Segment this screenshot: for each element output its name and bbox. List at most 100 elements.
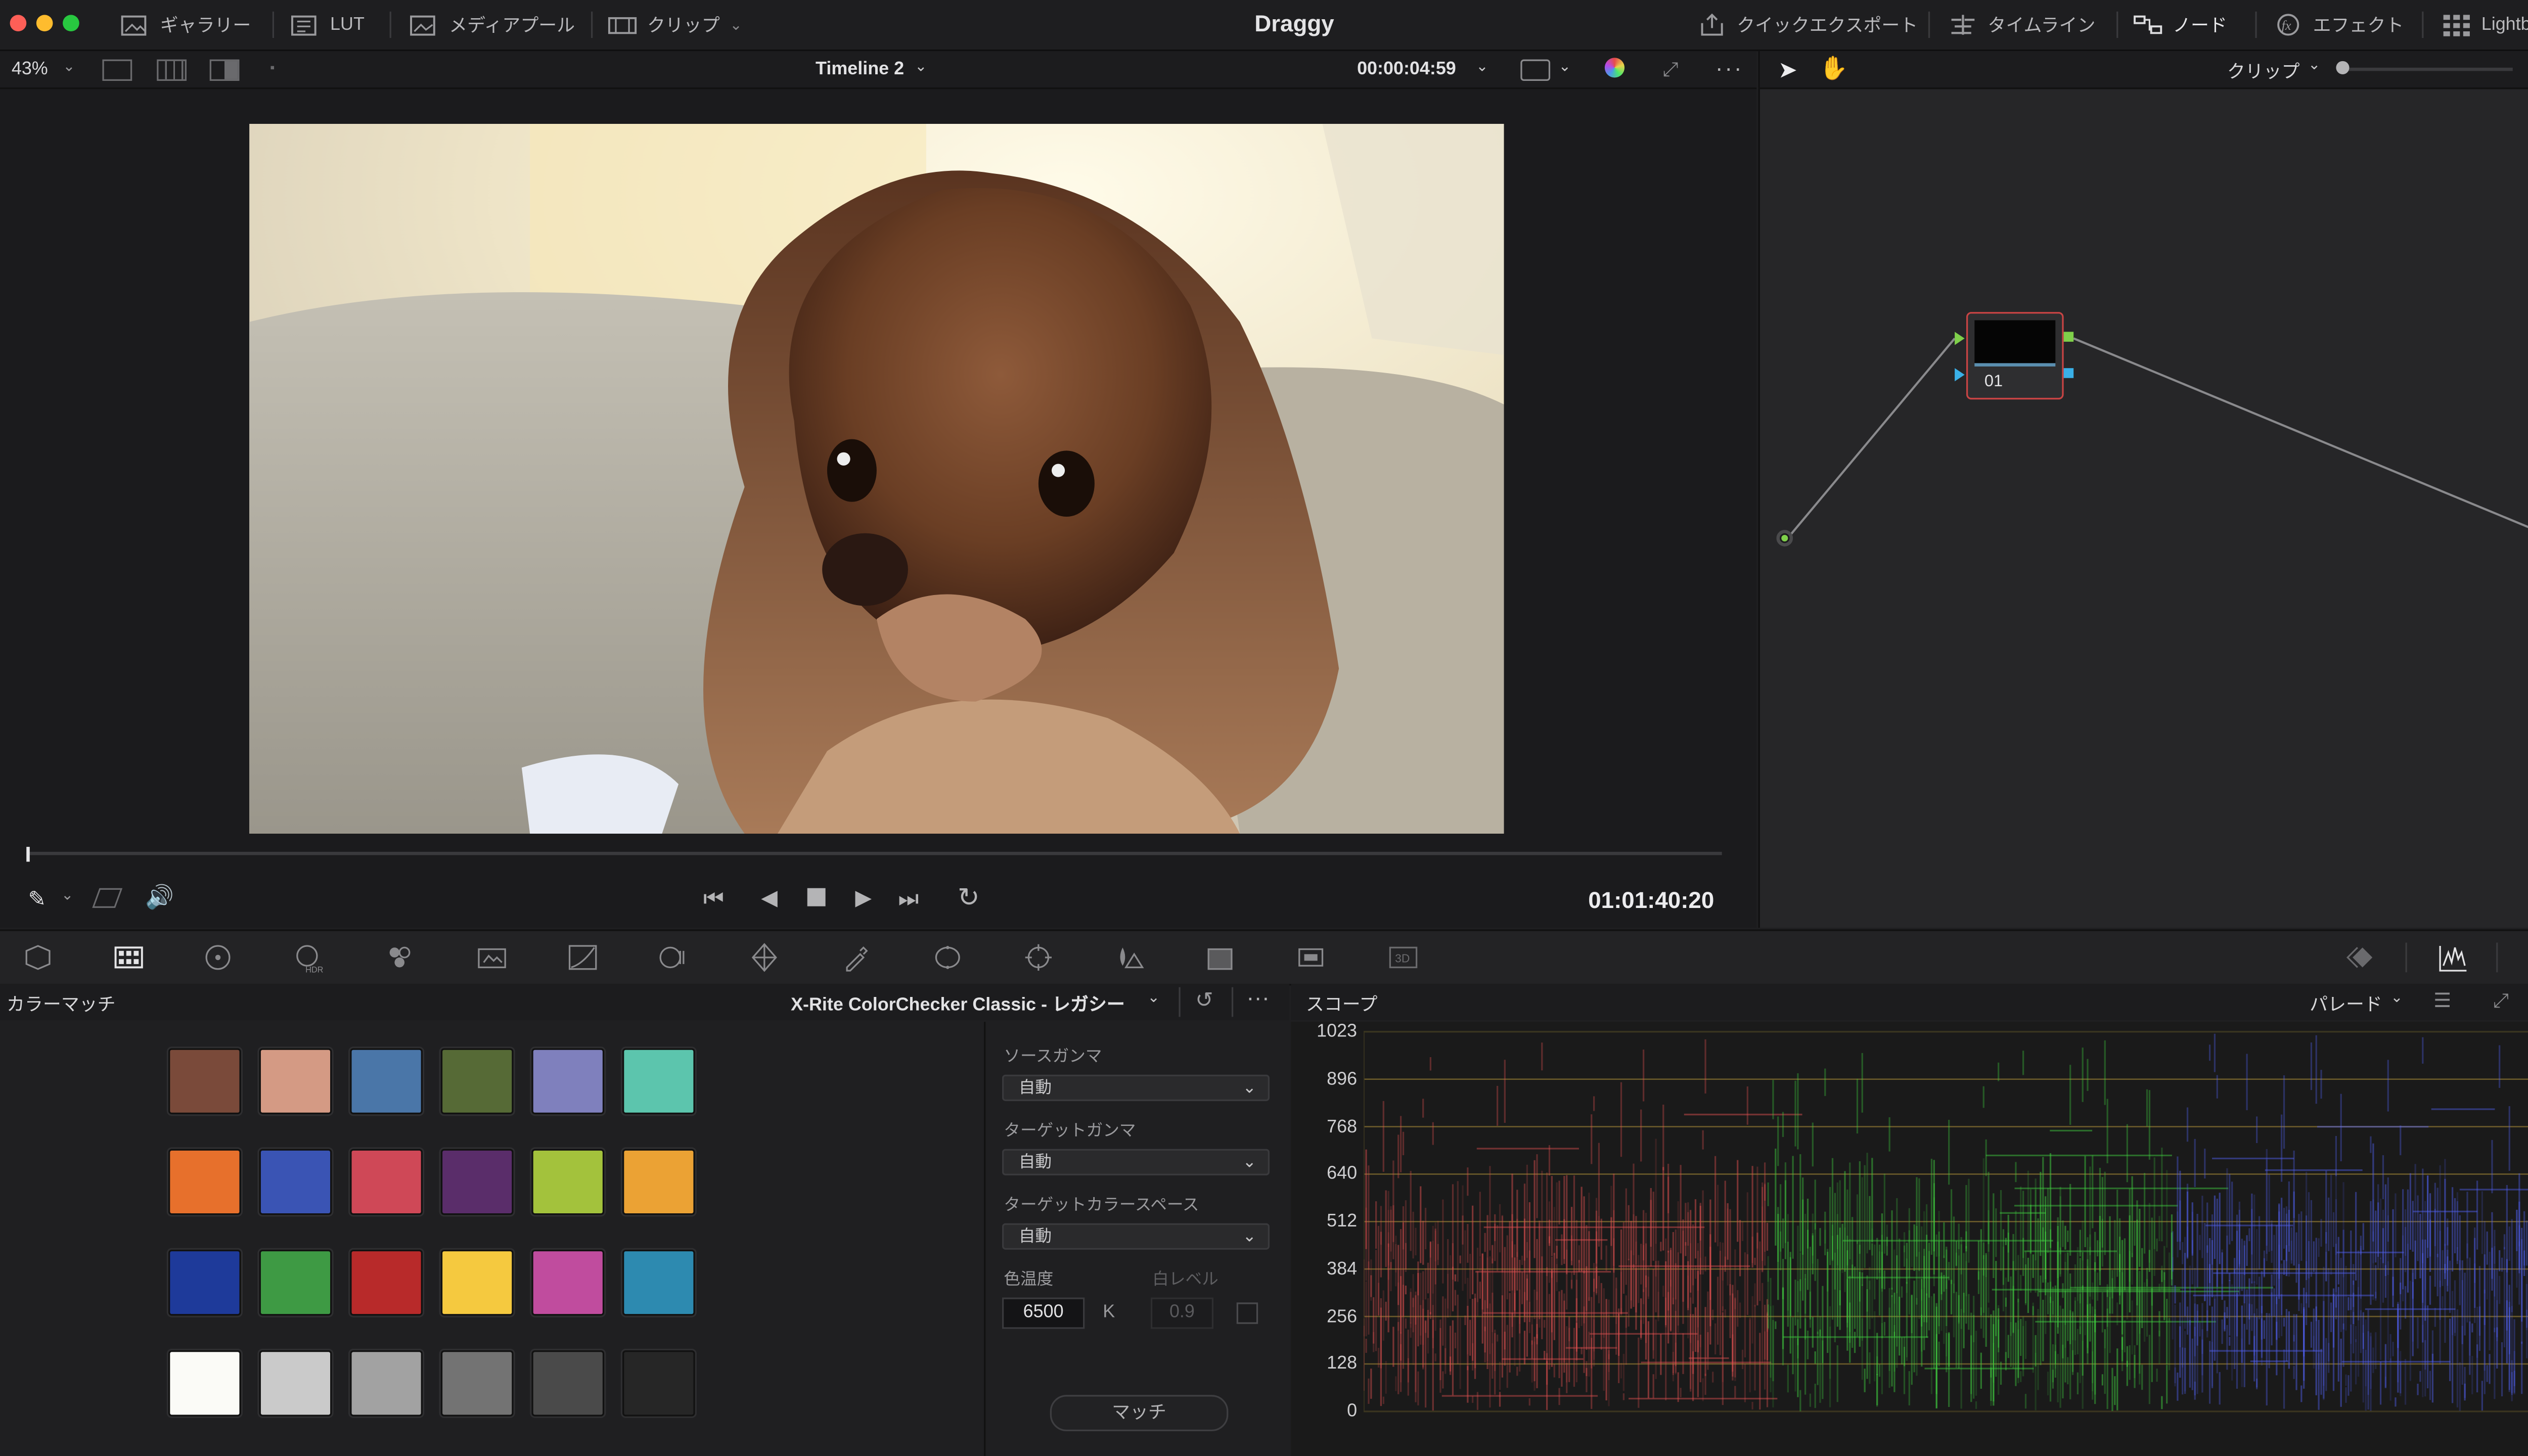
loop-icon[interactable]: ↻: [958, 882, 980, 915]
page-timeline[interactable]: タイムライン: [1948, 0, 2095, 50]
color-swatch[interactable]: [168, 1249, 241, 1316]
chevron-down-icon: ⌄: [1242, 1154, 1256, 1172]
color-swatch[interactable]: [531, 1249, 605, 1316]
node-rgb-input-icon[interactable]: [1955, 332, 1965, 345]
more-options-icon[interactable]: ···: [1716, 55, 1744, 81]
chevron-down-icon[interactable]: ⌄: [1476, 58, 1488, 76]
page-effects[interactable]: fx エフェクト: [2273, 0, 2404, 50]
key-icon[interactable]: [1294, 941, 1327, 974]
more-options-icon[interactable]: ···: [1246, 984, 1270, 1010]
timeline-name[interactable]: Timeline 2: [816, 60, 904, 79]
curves-icon[interactable]: [566, 941, 599, 974]
chevron-down-icon[interactable]: ⌄: [2308, 56, 2321, 74]
chevron-down-icon[interactable]: ⌄: [915, 58, 927, 76]
source-timecode[interactable]: 00:00:04:59: [1357, 60, 1456, 79]
rgb-mixer-icon[interactable]: [383, 941, 416, 974]
volume-icon[interactable]: 🔊: [145, 883, 174, 912]
color-swatch[interactable]: [531, 1048, 605, 1115]
color-swatch[interactable]: [622, 1249, 695, 1316]
expand-scope-icon[interactable]: ⤢: [2493, 989, 2509, 1014]
color-swatch[interactable]: [440, 1048, 514, 1115]
tracker-icon[interactable]: [1022, 941, 1055, 974]
chevron-down-icon[interactable]: ⌄: [1147, 989, 1160, 1007]
camera-raw-icon[interactable]: [21, 941, 54, 974]
color-swatch[interactable]: [259, 1048, 332, 1115]
color-swatch[interactable]: [622, 1350, 695, 1417]
chevron-down-icon[interactable]: ⌄: [1558, 58, 1571, 76]
color-swatch[interactable]: [350, 1048, 423, 1115]
node-rgb-output-icon[interactable]: [2063, 332, 2074, 342]
color-swatch[interactable]: [622, 1048, 695, 1115]
3d-icon[interactable]: 3D: [1387, 941, 1420, 974]
color-swatch[interactable]: [440, 1350, 514, 1417]
chevron-down-icon[interactable]: ⌄: [2390, 989, 2403, 1007]
skip-to-end-icon[interactable]: ⏭: [898, 885, 919, 913]
scope-mode-select[interactable]: パレード: [2310, 990, 2382, 1017]
color-swatch[interactable]: [168, 1350, 241, 1417]
page-quick-export[interactable]: クイックエクスポート: [1697, 0, 1918, 50]
node-editor[interactable]: ➤ ✋ クリップ ⌄ ··· 01: [1758, 51, 2528, 928]
color-swatch[interactable]: [168, 1149, 241, 1215]
hdr-icon[interactable]: HDR: [292, 941, 325, 974]
hand-icon[interactable]: ✋: [1819, 55, 1848, 83]
motion-effects-icon[interactable]: [475, 941, 508, 974]
reset-icon[interactable]: ↺: [1195, 987, 1213, 1014]
scrubber-track[interactable]: [28, 851, 1722, 855]
color-swatch[interactable]: [440, 1249, 514, 1316]
target-gamma-select[interactable]: 自動 ⌄: [1002, 1149, 1270, 1175]
zoom-level[interactable]: 43%: [12, 60, 48, 79]
white-level-checkbox[interactable]: [1236, 1302, 1258, 1324]
source-gamma-select[interactable]: 自動 ⌄: [1002, 1074, 1270, 1101]
pointer-icon[interactable]: ➤: [1778, 56, 1797, 84]
color-swatch[interactable]: [531, 1350, 605, 1417]
color-swatch[interactable]: [259, 1249, 332, 1316]
stop-icon[interactable]: [807, 888, 826, 906]
page-lightbox[interactable]: Lightbox: [2442, 0, 2528, 50]
color-swatch[interactable]: [259, 1350, 332, 1417]
chevron-down-icon[interactable]: ⌄: [61, 886, 74, 904]
color-match-icon[interactable]: [112, 941, 145, 974]
zoom-slider-handle[interactable]: [2336, 61, 2350, 74]
single-viewer-icon[interactable]: [102, 59, 132, 81]
color-swatch[interactable]: [168, 1048, 241, 1115]
match-button[interactable]: マッチ: [1050, 1395, 1229, 1432]
scopes-icon[interactable]: [2437, 941, 2470, 974]
color-swatch[interactable]: [350, 1149, 423, 1215]
playhead[interactable]: [26, 847, 30, 862]
window-icon[interactable]: [931, 941, 964, 974]
magic-mask-icon[interactable]: [1113, 941, 1146, 974]
grid-viewer-icon[interactable]: [157, 59, 187, 81]
split-viewer-icon[interactable]: [209, 59, 240, 81]
white-level-input[interactable]: 0.9: [1150, 1297, 1213, 1329]
color-swatch[interactable]: [531, 1149, 605, 1215]
color-swatch[interactable]: [350, 1350, 423, 1417]
play-icon[interactable]: ▶: [855, 885, 872, 911]
blur-icon[interactable]: [1203, 941, 1236, 974]
chevron-down-icon[interactable]: ⌄: [63, 58, 75, 76]
node-key-input-icon[interactable]: [1955, 368, 1965, 382]
scope-settings-icon[interactable]: ☰: [2433, 989, 2451, 1012]
fullscreen-icon[interactable]: ⤢: [1662, 58, 1678, 82]
node-mode-select[interactable]: クリップ: [2227, 58, 2300, 84]
zoom-slider[interactable]: [2344, 67, 2513, 71]
chart-type-select[interactable]: X-Rite ColorChecker Classic - レガシー: [791, 990, 1125, 1017]
target-colorspace-select[interactable]: 自動 ⌄: [1002, 1223, 1270, 1250]
color-swatch[interactable]: [440, 1149, 514, 1215]
keyframes-icon[interactable]: [2346, 941, 2379, 974]
color-swatch[interactable]: [350, 1249, 423, 1316]
color-temp-input[interactable]: 6500: [1002, 1297, 1085, 1329]
color-warper-icon[interactable]: [657, 941, 690, 974]
color-node-01[interactable]: 01: [1966, 312, 2064, 400]
qualifier-icon[interactable]: [748, 941, 781, 974]
skip-to-start-icon[interactable]: ⏮: [703, 885, 724, 913]
step-back-icon[interactable]: ◀: [761, 885, 778, 911]
color-swatch[interactable]: [259, 1149, 332, 1215]
eyedropper-tool-icon[interactable]: [840, 941, 873, 974]
node-key-output-icon[interactable]: [2063, 368, 2074, 378]
color-swatch[interactable]: [622, 1149, 695, 1215]
color-wheel-icon[interactable]: [1604, 58, 1625, 78]
page-nodes[interactable]: ノード: [2133, 0, 2227, 50]
hq-output-icon[interactable]: [1520, 59, 1551, 81]
eyedropper-icon[interactable]: ✎: [28, 886, 47, 913]
primaries-icon[interactable]: [201, 941, 234, 974]
